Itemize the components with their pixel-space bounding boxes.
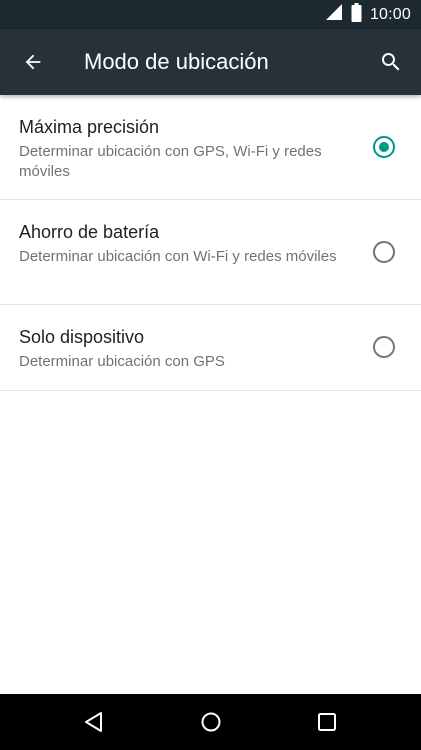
option-device-only[interactable]: Solo dispositivo Determinar ubicación co… xyxy=(0,305,421,391)
radio-device-only[interactable] xyxy=(373,336,395,358)
page-title: Modo de ubicación xyxy=(84,49,269,74)
search-button[interactable] xyxy=(375,46,407,78)
option-description: Determinar ubicación con Wi-Fi y redes m… xyxy=(19,248,337,265)
option-description: Determinar ubicación con GPS xyxy=(19,353,225,370)
nav-recents-icon xyxy=(318,713,336,731)
option-battery-saving[interactable]: Ahorro de batería Determinar ubicación c… xyxy=(0,200,421,305)
option-label: Solo dispositivo xyxy=(19,327,145,347)
nav-home-button[interactable] xyxy=(197,708,225,736)
status-icons: 10:00 xyxy=(325,0,411,29)
signal-icon xyxy=(325,3,343,26)
nav-back-icon xyxy=(85,712,102,732)
search-icon xyxy=(382,53,400,71)
option-label: Ahorro de batería xyxy=(19,222,160,242)
location-mode-list: Máxima precisión Determinar ubicación co… xyxy=(0,95,421,391)
nav-back-button[interactable] xyxy=(80,708,108,736)
battery-icon xyxy=(351,2,362,27)
option-text: Solo dispositivo Determinar ubicación co… xyxy=(19,326,359,372)
option-description: Determinar ubicación con GPS, Wi-Fi y re… xyxy=(19,143,322,180)
nav-home-icon xyxy=(201,712,221,732)
radio-high-accuracy[interactable] xyxy=(373,136,395,158)
option-high-accuracy[interactable]: Máxima precisión Determinar ubicación co… xyxy=(0,95,421,200)
app-toolbar: Modo de ubicación xyxy=(0,29,421,95)
arrow-back-icon xyxy=(25,54,41,70)
option-text: Máxima precisión Determinar ubicación co… xyxy=(19,116,359,182)
screen: 10:00 Modo de ubicación Máxima precisión… xyxy=(0,0,421,750)
navigation-bar xyxy=(0,694,421,750)
option-text: Ahorro de batería Determinar ubicación c… xyxy=(19,221,359,267)
status-bar: 10:00 xyxy=(0,0,421,29)
option-label: Máxima precisión xyxy=(19,117,160,137)
status-time: 10:00 xyxy=(369,5,411,23)
back-button[interactable] xyxy=(17,46,49,78)
radio-battery-saving[interactable] xyxy=(373,241,395,263)
nav-recents-button[interactable] xyxy=(313,708,341,736)
